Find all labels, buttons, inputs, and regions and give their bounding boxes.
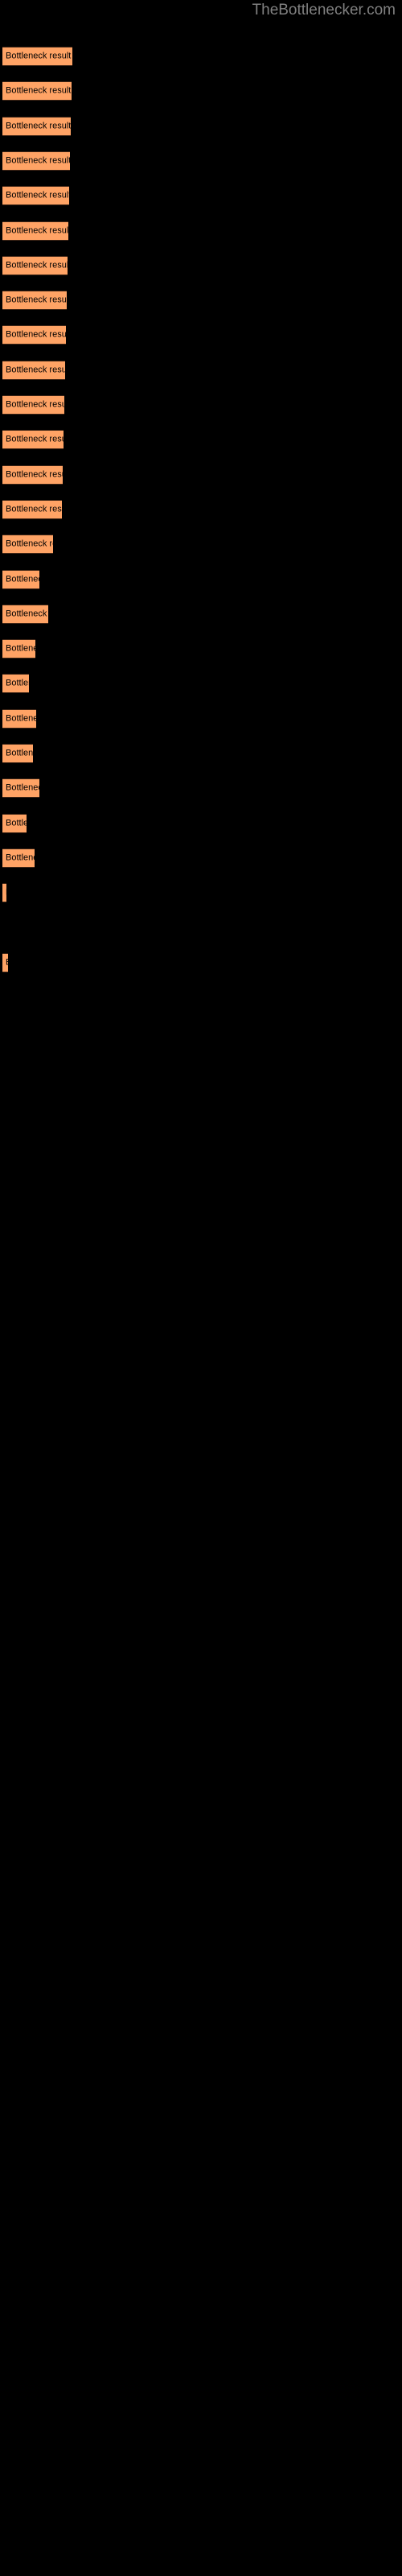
bar-row: Bottleneck result	[2, 848, 35, 868]
bar-row: Bottleneck result	[2, 535, 53, 554]
bar: Bottleneck result	[2, 117, 71, 136]
bar-row: Bottleneck result	[2, 778, 39, 798]
bar-label: Bottleneck result	[6, 85, 72, 96]
bar-row: Bottleneck result	[2, 47, 72, 66]
bar: Bottleneck result	[2, 570, 39, 589]
bar-row: Bottleneck result	[2, 500, 62, 519]
bar-row: Bottleneck result	[2, 814, 27, 833]
bar-row: Bottleneck result	[2, 639, 35, 658]
bar-row: Bottleneck result	[2, 151, 70, 171]
bar: Bottleneck result	[2, 883, 6, 902]
bar-label: Bottleneck result	[6, 852, 35, 863]
bar-label: Bottleneck result	[6, 51, 72, 61]
bar-label: Bottleneck result	[6, 643, 35, 654]
bar-row: Bottleneck result	[2, 256, 68, 275]
bar-row: Bottleneck result	[2, 395, 64, 415]
bar-label: Bottleneck result	[6, 260, 68, 270]
bar-row: Bottleneck result	[2, 221, 68, 241]
bar-label: Bottleneck result	[6, 678, 29, 688]
bar-row: Bottleneck result	[2, 325, 66, 345]
bar: Bottleneck result	[2, 47, 72, 66]
bar: Bottleneck result	[2, 325, 66, 345]
bar: Bottleneck result	[2, 535, 53, 554]
bar: Bottleneck result	[2, 395, 64, 415]
bar-row: Bottleneck result	[2, 744, 33, 763]
bar-row: Bottleneck result	[2, 605, 48, 624]
bar-label: Bottleneck result	[6, 818, 27, 828]
site-title: TheBottlenecker.com	[252, 2, 396, 19]
bar: Bottleneck result	[2, 186, 69, 205]
bar-row: Bottleneck result	[2, 430, 64, 449]
bar-label: Bottleneck result	[6, 713, 36, 724]
bar-label: Bottleneck result	[6, 958, 8, 968]
bar: Bottleneck result	[2, 674, 29, 693]
bar: Bottleneck result	[2, 639, 35, 658]
bar-label: Bottleneck result	[6, 574, 39, 584]
bar: Bottleneck result	[2, 465, 63, 485]
bar-label: Bottleneck result	[6, 469, 63, 480]
bar-label: Bottleneck result	[6, 121, 71, 131]
bar-row: Bottleneck result	[2, 361, 65, 380]
bar: Bottleneck result	[2, 848, 35, 868]
bar-label: Bottleneck result	[6, 539, 53, 549]
bar-row: Bottleneck result	[2, 291, 67, 310]
bar-label: Bottleneck result	[6, 609, 48, 619]
bar-label: Bottleneck result	[6, 365, 65, 375]
bar: Bottleneck result	[2, 778, 39, 798]
bar: Bottleneck result	[2, 291, 67, 310]
bar-row: Bottleneck result	[2, 186, 69, 205]
bar: Bottleneck result	[2, 221, 68, 241]
bar: Bottleneck result	[2, 256, 68, 275]
bar: Bottleneck result	[2, 430, 64, 449]
bar-label: Bottleneck result	[6, 155, 70, 166]
bar: Bottleneck result	[2, 81, 72, 101]
bar-label: Bottleneck result	[6, 434, 64, 444]
bar-label: Bottleneck result	[6, 295, 67, 305]
bar-label: Bottleneck result	[6, 748, 33, 758]
bar-row: Bottleneck result	[2, 709, 36, 729]
bar-row: Bottleneck result	[2, 465, 63, 485]
bar-label: Bottleneck result	[6, 782, 39, 793]
bar: Bottleneck result	[2, 500, 62, 519]
bar-row: Bottleneck result	[2, 953, 8, 972]
bar-label: Bottleneck result	[6, 504, 62, 514]
bar: Bottleneck result	[2, 605, 48, 624]
bar: Bottleneck result	[2, 361, 65, 380]
bar: Bottleneck result	[2, 744, 33, 763]
bar-row: Bottleneck result	[2, 674, 29, 693]
bar-label: Bottleneck result	[6, 190, 69, 200]
bar: Bottleneck result	[2, 953, 8, 972]
bar-row: Bottleneck result	[2, 883, 6, 902]
bar: Bottleneck result	[2, 814, 27, 833]
bar: Bottleneck result	[2, 151, 70, 171]
bar-row: Bottleneck result	[2, 570, 39, 589]
bar-label: Bottleneck result	[6, 329, 66, 340]
bar-row: Bottleneck result	[2, 117, 71, 136]
bar-label: Bottleneck result	[6, 399, 64, 410]
bar-label: Bottleneck result	[6, 225, 68, 236]
bar: Bottleneck result	[2, 709, 36, 729]
bottleneck-bar-chart: TheBottlenecker.com Bottleneck result Bot…	[0, 0, 402, 2576]
bar-row: Bottleneck result	[2, 81, 72, 101]
